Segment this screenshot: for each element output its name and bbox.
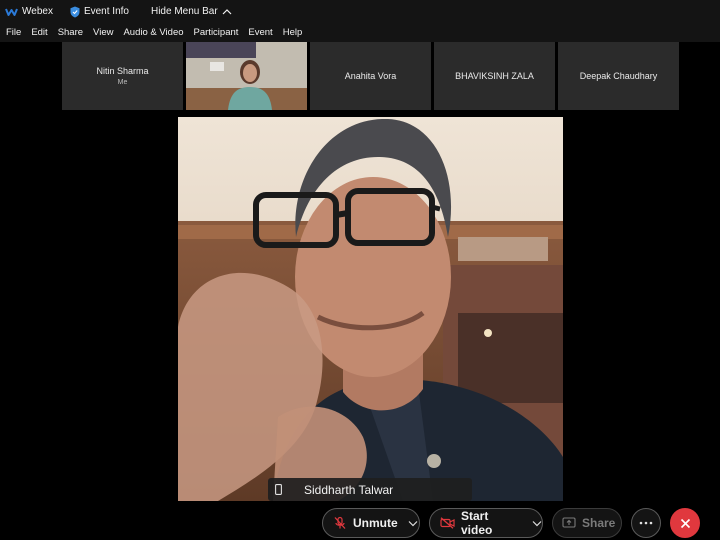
more-dots-icon <box>639 521 653 525</box>
participant-tile-self[interactable]: Nitin Sharma Me <box>62 42 183 110</box>
hide-menu-bar-button[interactable]: Hide Menu Bar <box>145 0 242 23</box>
unmute-label: Unmute <box>353 516 398 530</box>
participant-name: BHAVIKSINH ZALA <box>455 71 534 81</box>
speaker-video-frame <box>178 117 563 501</box>
participant-name: Deepak Chaudhary <box>579 71 658 81</box>
chevron-down-icon[interactable] <box>532 520 542 527</box>
app-title: Webex <box>0 0 59 23</box>
participant-video-thumbnail <box>186 42 307 110</box>
menu-file[interactable]: File <box>0 23 26 42</box>
menu-view[interactable]: View <box>88 23 118 42</box>
app-name: Webex <box>22 6 53 17</box>
more-options-button[interactable] <box>631 508 661 538</box>
active-speaker-video <box>178 117 563 501</box>
menu-edit[interactable]: Edit <box>26 23 52 42</box>
mobile-device-icon <box>275 484 282 495</box>
share-button[interactable]: Share <box>552 508 622 538</box>
leave-meeting-button[interactable] <box>670 508 700 538</box>
participant-tile-bhaviksinh[interactable]: BHAVIKSINH ZALA <box>434 42 555 110</box>
menu-event[interactable]: Event <box>243 23 277 42</box>
meeting-controls: Unmute Start video Share <box>0 505 720 540</box>
participant-self-label: Me <box>117 79 128 86</box>
microphone-muted-icon <box>334 516 346 529</box>
title-bar: Webex Event Info Hide Menu Bar <box>0 0 720 23</box>
share-label: Share <box>582 516 616 530</box>
menu-audio-video[interactable]: Audio & Video <box>118 23 188 42</box>
speaker-name-tag: Siddharth Talwar <box>268 478 472 501</box>
speaker-name: Siddharth Talwar <box>304 482 394 497</box>
event-info-button[interactable]: Event Info <box>64 0 135 23</box>
participant-name: Anahita Vora <box>344 71 397 81</box>
unmute-button[interactable]: Unmute <box>322 508 420 538</box>
participant-strip: Nitin Sharma Me Anahita Vora BHAVIKSINH … <box>62 42 679 110</box>
hide-menu-label: Hide Menu Bar <box>150 6 218 17</box>
shield-icon <box>70 6 80 17</box>
menu-bar: File Edit Share View Audio & Video Parti… <box>0 23 720 42</box>
menu-participant[interactable]: Participant <box>189 23 244 42</box>
menu-share[interactable]: Share <box>53 23 88 42</box>
share-screen-icon <box>562 517 576 528</box>
start-video-button[interactable]: Start video <box>429 508 543 538</box>
start-video-label: Start video <box>461 509 493 537</box>
participant-tile-video[interactable] <box>186 42 307 110</box>
close-icon <box>680 518 690 528</box>
participant-tile-anahita[interactable]: Anahita Vora <box>310 42 431 110</box>
chevron-down-icon[interactable] <box>408 520 418 527</box>
video-off-icon <box>440 517 455 529</box>
participant-name: Nitin Sharma <box>96 66 149 76</box>
chevron-up-icon <box>222 9 232 15</box>
event-info-label: Event Info <box>83 6 129 17</box>
participant-tile-deepak[interactable]: Deepak Chaudhary <box>558 42 679 110</box>
menu-help[interactable]: Help <box>278 23 308 42</box>
webex-logo-icon <box>5 8 18 16</box>
